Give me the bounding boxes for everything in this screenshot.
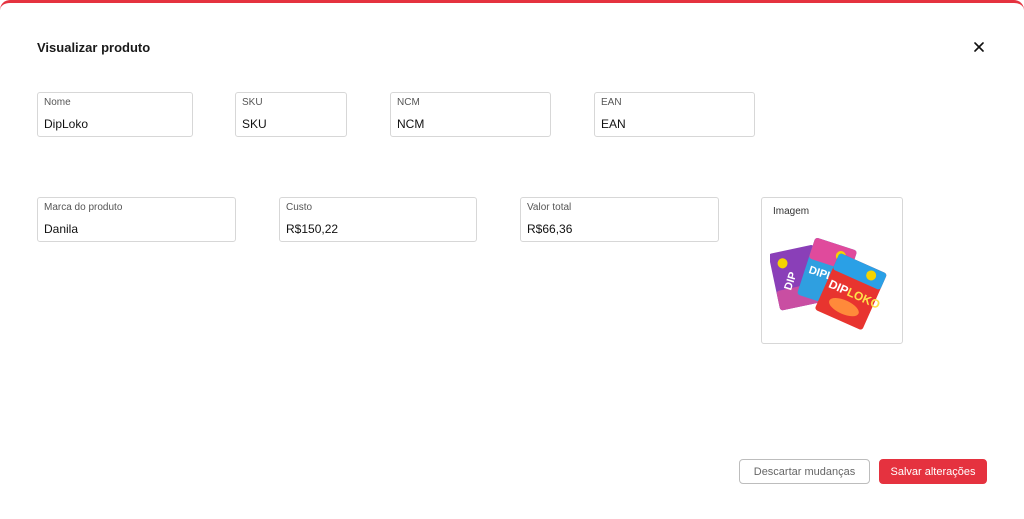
marca-label: Marca do produto: [44, 202, 123, 213]
ean-label: EAN: [601, 97, 622, 108]
sku-value: SKU: [242, 117, 267, 131]
valor-total-value: R$66,36: [527, 222, 573, 236]
product-modal: Visualizar produto Nome DipLoko SKU SKU …: [0, 0, 1024, 519]
save-button[interactable]: Salvar alterações: [879, 459, 987, 484]
ncm-value: NCM: [397, 117, 425, 131]
custo-field[interactable]: Custo R$150,22: [279, 197, 477, 242]
sku-field[interactable]: SKU SKU: [235, 92, 347, 137]
close-icon: [974, 42, 984, 52]
valor-total-field[interactable]: Valor total R$66,36: [520, 197, 719, 242]
ean-value: EAN: [601, 117, 626, 131]
custo-value: R$150,22: [286, 222, 339, 236]
nome-value: DipLoko: [44, 117, 89, 131]
marca-field[interactable]: Marca do produto Danila: [37, 197, 236, 242]
product-image: DIP DIPLO DIP LOKO: [770, 238, 887, 330]
nome-field[interactable]: Nome DipLoko: [37, 92, 193, 137]
valor-total-label: Valor total: [527, 202, 572, 213]
product-image-box[interactable]: Imagem DIP DIPLO DIP LOKO: [761, 197, 903, 344]
sku-label: SKU: [242, 97, 263, 108]
ncm-label: NCM: [397, 97, 420, 108]
modal-title: Visualizar produto: [37, 40, 151, 55]
ean-field[interactable]: EAN EAN: [594, 92, 755, 137]
image-label: Imagem: [773, 206, 810, 217]
custo-label: Custo: [286, 202, 313, 213]
close-button[interactable]: [970, 38, 988, 56]
ncm-field[interactable]: NCM NCM: [390, 92, 551, 137]
nome-label: Nome: [44, 97, 71, 108]
discard-button[interactable]: Descartar mudanças: [739, 459, 870, 484]
marca-value: Danila: [44, 222, 79, 236]
